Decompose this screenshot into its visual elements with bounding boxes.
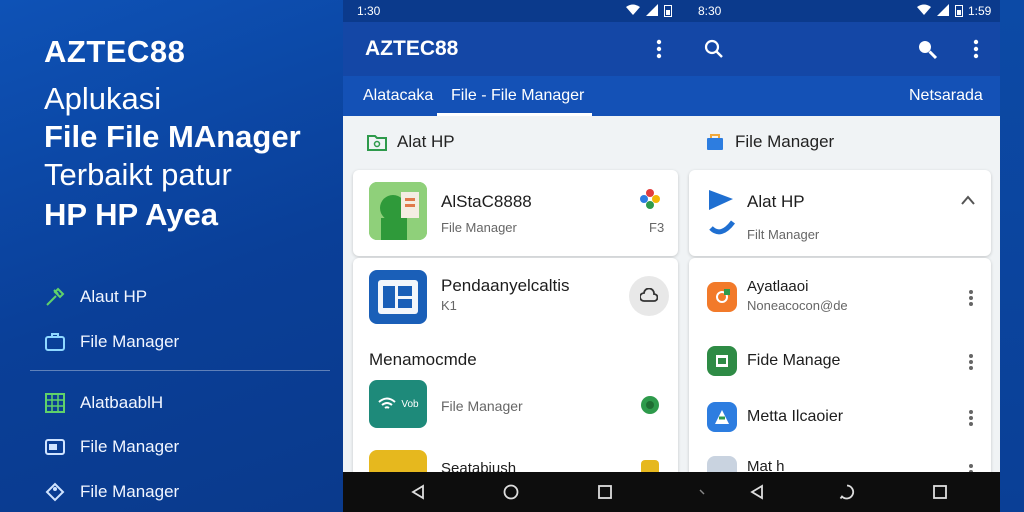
section-title: Alat HP [397, 132, 455, 151]
brand-title: AZTEC88 [44, 34, 186, 69]
search-icon[interactable] [702, 37, 726, 61]
background-edge [1000, 0, 1024, 512]
app-title: AZTEC88 [365, 37, 459, 60]
list-subheading: Menamocmde [369, 350, 477, 369]
file-row[interactable]: Ayatlaaoi Noneacocon@de [689, 278, 991, 318]
recents-icon-2[interactable] [931, 483, 949, 501]
settings-gear-icon[interactable] [639, 394, 661, 421]
more-options-icon-2[interactable] [964, 37, 988, 61]
more-options-icon[interactable] [647, 37, 671, 61]
phone-screen: 1:30 8:30 1:59 AZTEC88 Alatacaka File - … [343, 0, 1000, 512]
tag-icon [44, 481, 66, 503]
share-icon [707, 282, 737, 312]
tab-file-manager[interactable]: File - File Manager [451, 87, 584, 105]
maps-icon [707, 402, 737, 432]
menu-item-label: Alaut HP [80, 287, 148, 306]
status-time: 1:30 [357, 4, 381, 18]
file-row[interactable]: Metta Ilcaoier [689, 398, 991, 438]
app-subtitle: K1 [441, 298, 457, 313]
divider [30, 370, 330, 371]
assistant-icon[interactable] [838, 483, 856, 501]
battery-icon [664, 5, 672, 17]
promo-panel: AZTEC88 Aplukasi File File MAnager Terba… [0, 0, 343, 512]
file-row[interactable]: Fide Manage [689, 342, 991, 382]
menu-item-label: File Manager [80, 482, 180, 501]
wifi-icon [626, 4, 640, 15]
section-header-alat-hp: Alat HP [367, 132, 455, 152]
grid-icon [44, 392, 66, 414]
pinwheel-icon [639, 188, 661, 215]
folder-subtitle: Filt Manager [747, 227, 820, 242]
app-tile-label: Vob [401, 398, 419, 410]
file-app-icon[interactable] [369, 270, 427, 324]
hero-line-2: File File MAnager [44, 119, 301, 154]
app-meta: F3 [649, 220, 665, 235]
app-subtitle: File Manager [441, 398, 523, 414]
menu-item-file-manager-3[interactable]: File Manager [44, 481, 179, 503]
menu-item-alat-hp[interactable]: Alaut HP [44, 286, 147, 308]
file-title: Metta Ilcaoier [747, 408, 844, 425]
hero-line-3: Terbaikt patur [44, 157, 232, 192]
row-menu-icon[interactable] [963, 288, 979, 308]
chevron-up-icon[interactable] [961, 192, 975, 210]
cloud-icon [640, 288, 658, 302]
menu-item-alatbaablh[interactable]: AlatbaablH [44, 392, 163, 414]
recents-icon[interactable] [596, 483, 614, 501]
tools-icon [44, 286, 66, 308]
back-icon-2[interactable] [748, 483, 766, 501]
search-icon-2[interactable] [915, 37, 939, 61]
row-menu-icon[interactable] [963, 408, 979, 428]
hero-line-4: HP HP Ayea [44, 197, 219, 232]
file-title: Ayatlaaoi [747, 278, 809, 295]
menu-item-label: AlatbaablH [80, 393, 164, 412]
status-icons-2 [917, 4, 963, 17]
app-list-card: Pendaanyelcaltis K1 Menamocmde Vob File … [353, 258, 678, 490]
app-bar: AZTEC88 [343, 22, 1000, 76]
send-icon [707, 188, 735, 243]
wifi-app-icon[interactable]: Vob [369, 380, 427, 428]
tab-alatacaka[interactable]: Alatacaka [363, 87, 433, 105]
tab-bar: Alatacaka File - File Manager Netsarada [343, 76, 1000, 116]
folder-title: Alat HP [747, 192, 805, 211]
document-icon [707, 346, 737, 376]
status-time-2: 8:30 [698, 4, 722, 18]
back-icon[interactable] [409, 483, 427, 501]
row-menu-icon[interactable] [963, 352, 979, 372]
app-card[interactable]: AlStaC8888 File Manager F3 [353, 170, 678, 256]
app-icon [369, 182, 427, 240]
dot-icon [693, 483, 711, 501]
folder-icon [367, 135, 387, 151]
file-title: Fide Manage [747, 352, 841, 369]
menu-item-file-manager[interactable]: File Manager [44, 331, 179, 353]
navigation-bar [343, 472, 1000, 512]
menu-item-label: File Manager [80, 437, 180, 456]
cloud-action-button[interactable] [629, 276, 669, 316]
wifi-icon [917, 4, 931, 15]
home-icon[interactable] [502, 483, 520, 501]
signal-icon [937, 4, 949, 16]
section-header-file-manager: File Manager [705, 132, 834, 152]
app-title: Pendaanyelcaltis [441, 276, 570, 295]
status-time-3: 1:59 [968, 4, 992, 18]
status-bar: 1:30 8:30 1:59 [343, 0, 1000, 22]
battery-icon [955, 5, 963, 17]
hero-line-1: Aplukasi [44, 81, 162, 116]
folder-card[interactable]: Alat HP Filt Manager [689, 170, 991, 256]
tab-netsarada[interactable]: Netsarada [909, 87, 983, 105]
menu-item-file-manager-2[interactable]: File Manager [44, 436, 179, 458]
app-subtitle: File Manager [441, 220, 517, 235]
status-icons [626, 4, 672, 17]
wifi-icon [378, 397, 397, 409]
bag-icon [707, 134, 723, 150]
briefcase-icon [44, 331, 66, 353]
signal-icon [646, 4, 658, 16]
file-subtitle: Noneacocon@de [747, 298, 848, 313]
app-title: AlStaC8888 [441, 192, 532, 211]
file-list-card: Ayatlaaoi Noneacocon@de Fide Manage Mett… [689, 258, 991, 486]
section-title: File Manager [735, 132, 835, 151]
drive-icon [44, 436, 66, 458]
menu-item-label: File Manager [80, 332, 180, 351]
